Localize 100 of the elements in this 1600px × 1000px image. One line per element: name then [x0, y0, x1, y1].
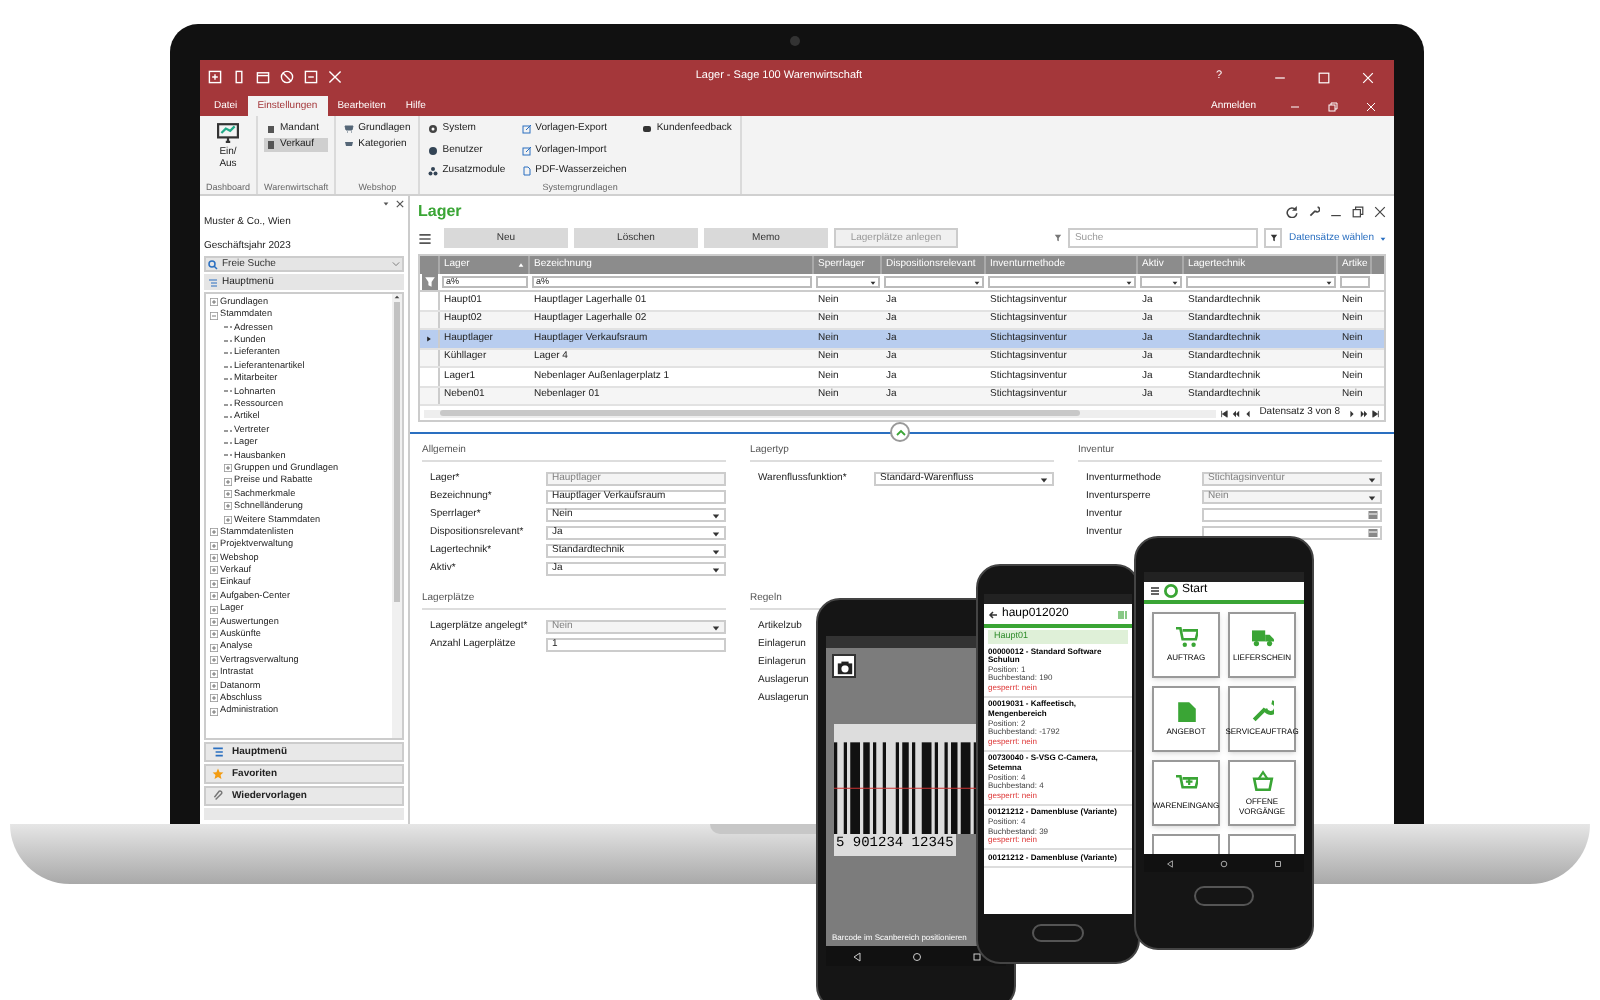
minus-box-icon[interactable] — [304, 70, 318, 84]
refresh-icon[interactable] — [1286, 205, 1298, 217]
home-icon[interactable] — [1219, 859, 1228, 867]
expander-icon[interactable] — [224, 502, 232, 511]
expander-icon[interactable] — [210, 554, 218, 562]
monitor-icon — [216, 122, 240, 144]
paperclip-icon — [212, 790, 224, 802]
cart-icon — [344, 140, 355, 150]
chevron-down-icon[interactable] — [392, 260, 400, 268]
camera-icon — [835, 657, 853, 675]
caret-icon — [712, 511, 720, 519]
caret-icon — [1326, 279, 1332, 285]
restore-icon[interactable] — [1352, 205, 1364, 217]
filter-dropdown[interactable] — [988, 276, 1136, 288]
close-icon[interactable] — [396, 200, 404, 208]
document-icon — [266, 140, 277, 150]
scrollbar-thumb[interactable] — [440, 410, 1080, 416]
caret-icon[interactable] — [1380, 235, 1386, 241]
expander-icon[interactable] — [210, 630, 218, 639]
scrollbar-thumb[interactable] — [394, 302, 400, 602]
import-icon — [521, 145, 532, 155]
filter-field[interactable] — [1340, 276, 1370, 288]
expander-icon[interactable] — [210, 605, 218, 614]
caret-icon — [712, 565, 720, 573]
expander-icon[interactable] — [210, 311, 218, 320]
recent-apps-icon[interactable] — [971, 951, 981, 961]
expander-icon[interactable] — [224, 464, 232, 473]
cart-icon — [344, 124, 355, 134]
expander-icon[interactable] — [210, 528, 218, 537]
scrollbar[interactable] — [392, 294, 402, 738]
document-icon — [1175, 700, 1197, 723]
caret-icon — [1368, 493, 1376, 501]
filter-icon — [1269, 234, 1278, 242]
first-record-icon[interactable] — [1219, 409, 1228, 417]
wrench-icon[interactable] — [1308, 205, 1320, 217]
page-title: Lager — [418, 203, 464, 219]
gear-icon — [428, 124, 439, 134]
truck-icon — [1251, 626, 1273, 649]
camera-icon — [790, 36, 800, 46]
wrench-icon — [1251, 700, 1273, 723]
caret-icon — [974, 279, 980, 285]
expander-icon[interactable] — [224, 490, 232, 499]
dropdown-caret-icon[interactable] — [382, 200, 390, 208]
menu-icon[interactable] — [418, 231, 432, 245]
caret-icon — [1040, 475, 1048, 483]
calendar-icon — [1368, 510, 1378, 520]
expander-icon[interactable] — [210, 656, 218, 665]
barcode-icon[interactable] — [1118, 609, 1128, 619]
basket-icon — [1251, 770, 1273, 792]
filter-dropdown-button[interactable] — [1264, 228, 1283, 248]
recent-apps-icon[interactable] — [1273, 859, 1282, 867]
modules-icon — [428, 166, 439, 176]
export-icon — [521, 124, 532, 134]
new-record-icon[interactable] — [208, 70, 222, 84]
filter-dropdown[interactable] — [884, 276, 984, 288]
caret-icon — [1368, 475, 1376, 483]
expander-icon[interactable] — [210, 541, 218, 550]
camera-button[interactable] — [832, 654, 856, 678]
back-arrow-icon[interactable] — [988, 609, 998, 619]
expander-icon[interactable] — [210, 579, 218, 588]
prohibited-icon[interactable] — [280, 70, 294, 84]
expander-icon[interactable] — [210, 694, 218, 703]
expander-icon[interactable] — [210, 707, 218, 716]
menu-icon[interactable] — [1150, 586, 1160, 596]
filter-dropdown[interactable] — [1140, 276, 1182, 288]
filter-dropdown[interactable] — [1186, 276, 1336, 288]
caret-icon — [870, 279, 876, 285]
expander-icon[interactable] — [224, 515, 232, 524]
expander-icon[interactable] — [210, 298, 218, 307]
clipboard-icon[interactable] — [232, 70, 246, 84]
maximize-icon[interactable] — [1318, 71, 1330, 83]
expander-icon[interactable] — [210, 669, 218, 678]
date-field[interactable] — [1202, 508, 1382, 522]
home-button[interactable] — [1194, 886, 1254, 906]
caret-icon — [712, 547, 720, 555]
expander-icon[interactable] — [210, 681, 218, 690]
filter-dropdown[interactable] — [816, 276, 880, 288]
home-button[interactable] — [1032, 924, 1084, 942]
home-icon[interactable] — [911, 951, 921, 961]
search-icon — [208, 259, 218, 269]
last-record-icon[interactable] — [1372, 409, 1380, 417]
caret-icon — [1172, 279, 1178, 285]
user-icon — [428, 145, 439, 155]
star-icon — [212, 768, 224, 780]
feedback-icon — [642, 124, 653, 134]
building-icon — [266, 124, 277, 134]
expander-icon[interactable] — [210, 643, 218, 652]
sort-ascending-icon — [518, 262, 524, 268]
back-icon[interactable] — [1166, 859, 1175, 867]
expander-icon[interactable] — [210, 592, 218, 601]
filter-icon — [1054, 234, 1063, 242]
expander-icon[interactable] — [224, 477, 232, 486]
caret-icon — [1126, 279, 1132, 285]
back-icon[interactable] — [851, 951, 861, 961]
calendar-icon[interactable] — [256, 70, 270, 84]
expander-icon[interactable] — [210, 566, 218, 575]
caret-icon — [712, 529, 720, 537]
expander-icon[interactable] — [210, 617, 218, 626]
collapse-button[interactable] — [890, 422, 910, 442]
close-icon[interactable] — [1374, 205, 1386, 217]
